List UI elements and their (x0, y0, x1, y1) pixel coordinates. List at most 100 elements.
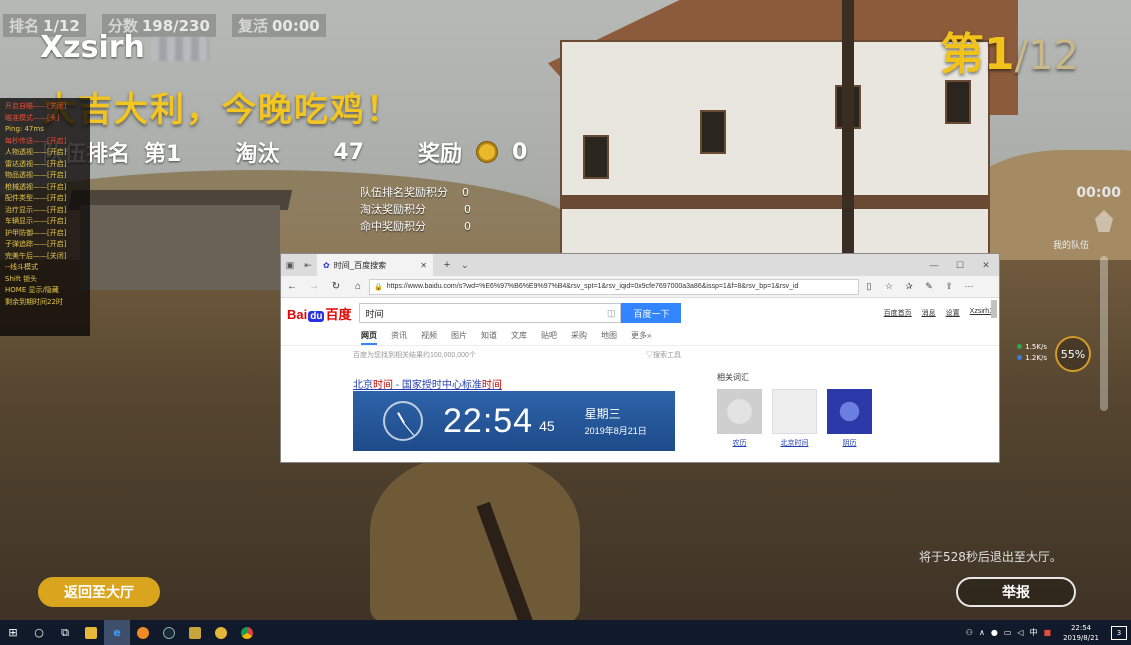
app-orange-icon[interactable] (130, 620, 156, 645)
tab-video[interactable]: 视频 (421, 330, 437, 345)
team-scrollbar[interactable] (1100, 256, 1108, 411)
link-baidu-home[interactable]: 百度首页 (884, 308, 912, 318)
edge-icon[interactable]: e (104, 620, 130, 645)
related-image[interactable] (772, 389, 817, 434)
related-link[interactable]: 阴历 (827, 438, 872, 448)
baidu-logo[interactable]: Bai du 百度 (287, 304, 351, 323)
related-image[interactable] (717, 389, 762, 434)
home-icon[interactable]: ⌂ (347, 281, 369, 292)
tab-preview-icon[interactable]: ▣ (281, 260, 299, 271)
cheat-menu-item: 剩余到期时间22时 (5, 297, 63, 306)
cheat-menu-item: 雷达透视——[开启] (5, 159, 67, 168)
reward-breakdown: 队伍排名奖励积分 0 淘汰奖励积分 0 命中奖励积分 0 (360, 184, 471, 235)
tab-baidu[interactable]: ✿ 时间_百度搜索 ✕ (317, 254, 433, 276)
tab-news[interactable]: 资讯 (391, 330, 407, 345)
reward-row-value: 0 (464, 203, 471, 216)
task-view-icon[interactable]: ⧉ (52, 620, 78, 645)
house-window (700, 110, 726, 154)
volume-icon[interactable]: ◁ (1017, 628, 1023, 637)
cheat-menu-item: 护甲防御——[开启] (5, 228, 67, 237)
refresh-icon[interactable]: ↻ (325, 281, 347, 292)
search-button[interactable]: 百度一下 (621, 303, 682, 323)
tab-caigou[interactable]: 采购 (571, 330, 587, 345)
forward-icon[interactable]: → (303, 281, 325, 292)
cheat-menu-item: Ping: 47ms (5, 125, 44, 133)
set-aside-icon[interactable]: ⇤ (299, 260, 317, 271)
weekday: 星期三 (584, 407, 621, 421)
ime-indicator[interactable]: 中 (1030, 627, 1038, 638)
usage-gauge[interactable]: 55% (1055, 336, 1091, 372)
new-tab-icon[interactable]: + (433, 259, 461, 271)
search-input[interactable]: 时间 ◫ (359, 303, 622, 323)
back-icon[interactable]: ← (281, 281, 303, 292)
file-explorer-icon[interactable] (78, 620, 104, 645)
lock-icon: 🔒 (374, 283, 383, 291)
notes-icon[interactable]: ✎ (919, 281, 939, 292)
tab-web[interactable]: 网页 (361, 330, 377, 345)
chevron-down-icon[interactable]: ⌄ (461, 260, 477, 271)
share-icon[interactable]: ⇪ (939, 281, 959, 292)
shed (80, 205, 280, 290)
related-image[interactable] (827, 389, 872, 434)
search-tools[interactable]: ▽搜索工具 (646, 350, 681, 360)
minimize-icon[interactable]: — (921, 260, 947, 271)
result-count: 百度为您找到相关结果约100,000,000个 (353, 352, 476, 359)
related-link[interactable]: 北京时间 (772, 438, 817, 448)
back-to-lobby-button[interactable]: 返回至大厅 (38, 577, 160, 607)
tab-map[interactable]: 地图 (601, 330, 617, 345)
reward-row-label: 命中奖励积分 (360, 220, 426, 233)
reward-row-value: 0 (462, 186, 469, 199)
taskbar-clock[interactable]: 22:54 2019/8/21 (1063, 623, 1099, 643)
search-icon[interactable]: ○ (26, 620, 52, 645)
related-link[interactable]: 农历 (717, 438, 762, 448)
url-field[interactable]: 🔒 https://www.baidu.com/s?wd=%E6%97%B6%E… (369, 278, 859, 295)
people-icon[interactable]: ⚇ (966, 628, 973, 637)
reward-row: 命中奖励积分 0 (360, 218, 471, 235)
download-speed: 1.2K/s (1017, 353, 1047, 364)
result-title-link[interactable]: 北京时间 - 国家授时中心标准时间 (353, 376, 502, 391)
close-tab-icon[interactable]: ✕ (420, 261, 427, 270)
tab-title: 时间_百度搜索 (333, 260, 387, 270)
tab-wenku[interactable]: 文库 (511, 330, 527, 345)
revive-value: 00:00 (271, 17, 320, 35)
report-button[interactable]: 举报 (956, 577, 1076, 607)
favorite-star-icon[interactable]: ☆ (879, 281, 899, 292)
camera-icon[interactable]: ◫ (607, 308, 616, 319)
win-message: 大吉大利，今晚吃鸡！ (42, 90, 402, 130)
tab-tieba[interactable]: 贴吧 (541, 330, 557, 345)
cheat-menu-item: 每秒传送——[开启] (5, 136, 67, 145)
link-settings[interactable]: 设置 (946, 308, 960, 318)
tray-app-icon[interactable]: ● (991, 628, 998, 637)
speed-unit: K/s (1036, 343, 1047, 351)
antivirus-icon[interactable]: ■ (1044, 628, 1052, 637)
favorites-hub-icon[interactable]: ✰ (899, 281, 919, 292)
tab-more[interactable]: 更多» (631, 330, 651, 345)
notifications-icon[interactable]: 3 (1111, 625, 1127, 640)
cheat-menu-item: HOME 显示/隐藏 (5, 286, 59, 294)
tab-images[interactable]: 图片 (451, 330, 467, 345)
close-icon[interactable]: ✕ (973, 260, 999, 271)
filter-icon: ▽ (646, 352, 653, 359)
steam-icon[interactable] (156, 620, 182, 645)
game-pubg-icon[interactable] (182, 620, 208, 645)
cheat-menu-item: 完美午后——[关闭] (5, 251, 67, 260)
chevron-up-icon[interactable]: ∧ (979, 628, 985, 637)
maximize-icon[interactable]: ☐ (947, 260, 973, 271)
windows-taskbar: ⊞ ○ ⧉ e ⚇ ∧ ● ▭ ◁ 中 ■ 22:54 2019/8/21 3 (0, 620, 1131, 645)
network-icon[interactable]: ▭ (1004, 628, 1012, 637)
reward-row-label: 淘汰奖励积分 (360, 203, 426, 216)
app-yellow-icon[interactable] (208, 620, 234, 645)
chrome-icon[interactable] (234, 620, 260, 645)
more-icon[interactable]: ⋯ (959, 281, 979, 292)
reward-row: 淘汰奖励积分 0 (360, 201, 471, 218)
start-windows-icon[interactable]: ⊞ (0, 620, 26, 645)
reading-view-icon[interactable]: ▯ (859, 281, 879, 292)
date-block: 星期三 2019年8月21日 (585, 405, 647, 437)
link-user[interactable]: Xzsirh1 (970, 308, 993, 318)
page-scrollbar[interactable] (991, 300, 997, 318)
tab-zhidao[interactable]: 知道 (481, 330, 497, 345)
house-band (560, 195, 990, 209)
house (560, 40, 990, 255)
link-messages[interactable]: 消息 (922, 308, 936, 318)
upload-value: 1.5 (1025, 343, 1037, 351)
